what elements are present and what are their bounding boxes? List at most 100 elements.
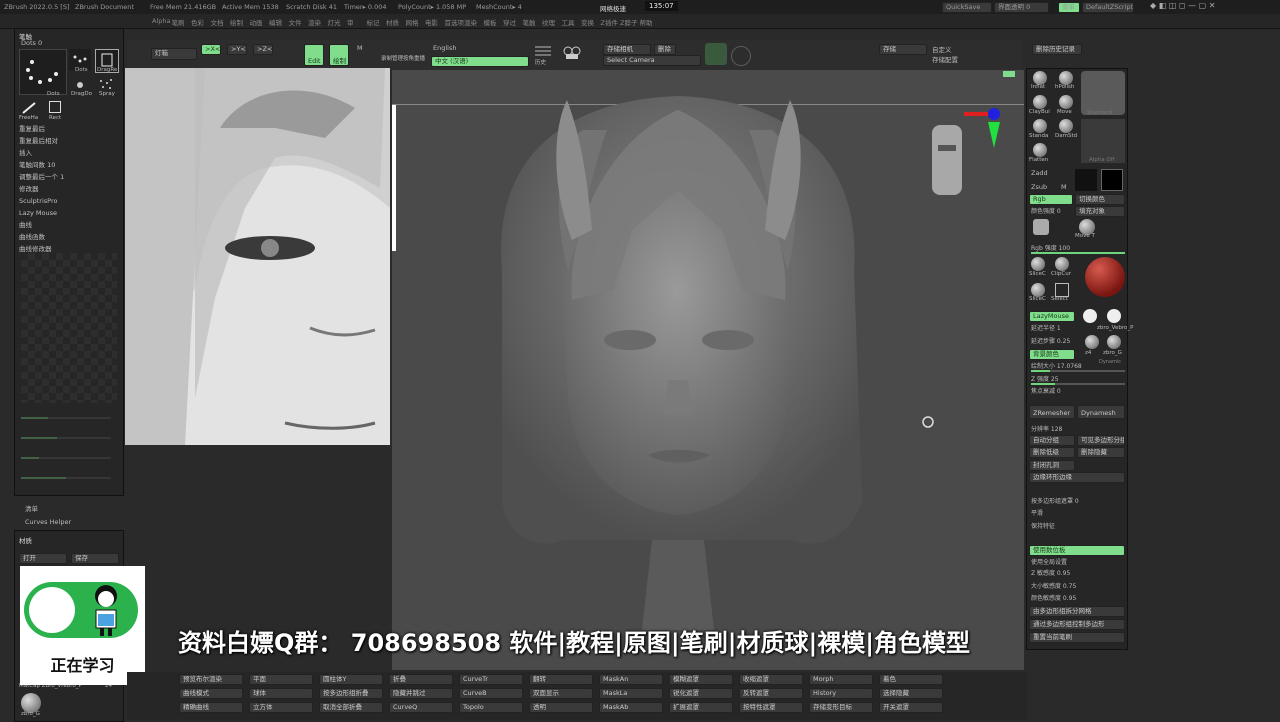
slicecurve-icon[interactable] xyxy=(1031,257,1045,271)
bottom-tool-button[interactable]: 取消全部折叠 xyxy=(319,702,383,713)
menu-item[interactable]: 灯光 xyxy=(328,17,341,27)
symmetry-x-button[interactable]: >X< xyxy=(201,44,221,55)
menu-item[interactable]: 色彩 xyxy=(191,17,204,27)
bottom-tool-button[interactable]: 隐藏并跳过 xyxy=(389,688,453,699)
size-sensitivity[interactable]: 大小敏感度 0.75 xyxy=(1031,581,1076,590)
bottom-tool-button[interactable]: 双面显示 xyxy=(529,688,593,699)
bottom-tool-button[interactable]: 折叠 xyxy=(389,674,453,685)
bottom-tool-button[interactable]: 曲线模式 xyxy=(179,688,243,699)
stroke-option-row[interactable]: 调整最后一个 1 xyxy=(19,173,119,182)
bottom-tool-button[interactable]: 圆柱体Y xyxy=(319,674,383,685)
smooth-label[interactable]: 平滑 xyxy=(1031,508,1043,517)
bottom-tool-button[interactable]: History xyxy=(809,688,873,699)
edit-button[interactable]: Edit xyxy=(304,44,324,66)
menu-item[interactable]: Z插件 xyxy=(601,17,618,27)
reset-brush-button[interactable]: 重置当前笔刷 xyxy=(1029,632,1125,643)
menu-item[interactable]: 渲染 xyxy=(308,17,321,27)
store-camera-button[interactable]: 存储相机 xyxy=(603,44,651,55)
bottom-tool-button[interactable]: 精确曲线 xyxy=(179,702,243,713)
focal-shift[interactable]: 焦点衰减 0 xyxy=(1031,386,1061,395)
visible-group-button[interactable]: 可见多边形分组 xyxy=(1077,435,1125,446)
menu-item[interactable]: Z脖子 xyxy=(620,17,637,27)
matcap-white2-icon[interactable] xyxy=(1107,309,1121,323)
z-sensitivity[interactable]: Z 敏感度 0.95 xyxy=(1031,568,1070,577)
symmetry-y-button[interactable]: >Y< xyxy=(227,44,247,55)
damstd-brush-icon[interactable] xyxy=(1059,119,1073,133)
ui-transparency-slider[interactable]: 界面透明 0 xyxy=(994,2,1049,13)
curves-helper[interactable]: Curves Helper xyxy=(25,518,71,526)
record-button[interactable]: 录制管理 xyxy=(381,54,403,62)
fill-object-button[interactable]: 填充对象 xyxy=(1075,206,1125,217)
menu-item[interactable]: 标记 xyxy=(367,17,380,27)
bottom-tool-button[interactable]: 着色 xyxy=(879,674,943,685)
claybuild-brush-icon[interactable] xyxy=(1033,95,1047,109)
bottom-tool-button[interactable]: 开关遮罩 xyxy=(879,702,943,713)
bottom-tool-button[interactable]: 反转遮罩 xyxy=(739,688,803,699)
history-icon[interactable] xyxy=(533,44,553,58)
material-save-button[interactable]: 保存 xyxy=(71,553,119,564)
menu-item[interactable]: 渲染 xyxy=(464,17,477,27)
stroke-option-row[interactable]: 修改器 xyxy=(19,185,119,194)
draw-size-slider[interactable] xyxy=(1031,370,1125,372)
delete-camera-button[interactable]: 删除 xyxy=(654,44,676,55)
menu-item[interactable]: 纹理 xyxy=(542,17,555,27)
rgb-button[interactable]: Rgb xyxy=(1029,194,1073,205)
z-intensity-slider[interactable] xyxy=(1031,383,1125,385)
lazy-radius[interactable]: 延迟半径 1 xyxy=(1031,323,1061,332)
material-open-button[interactable]: 打开 xyxy=(19,553,67,564)
bottom-tool-button[interactable]: 透明 xyxy=(529,702,593,713)
stroke-option-row[interactable]: 重复最后相对 xyxy=(19,137,119,146)
menu-item[interactable]: 绘制 xyxy=(230,17,243,27)
group-mask-button[interactable]: 通过多边形组控制多边形 xyxy=(1029,619,1125,630)
quicksave-button[interactable]: QuickSave xyxy=(942,2,992,13)
menu-item[interactable]: 文档 xyxy=(211,17,224,27)
select-rect-icon[interactable] xyxy=(1055,283,1069,297)
menu-button[interactable]: 菜单 xyxy=(1058,2,1080,13)
material-preview-sphere-icon[interactable] xyxy=(1085,257,1125,297)
menu-item[interactable]: 模板 xyxy=(484,17,497,27)
replay-button[interactable]: 按角重播 xyxy=(403,54,425,62)
chinese-option[interactable]: 中文 (汉语) xyxy=(431,56,529,67)
menu-item[interactable]: 编辑 xyxy=(269,17,282,27)
tablet-settings[interactable]: 使用全局设置 xyxy=(1031,557,1067,566)
camera-icon[interactable] xyxy=(563,46,581,60)
secondary-color-swatch[interactable] xyxy=(1075,169,1097,191)
use-tablet-button[interactable]: 使用数位板 xyxy=(1029,545,1125,556)
bottom-tool-button[interactable]: MaskAn xyxy=(599,674,663,685)
curve-editor-grid[interactable] xyxy=(21,253,117,403)
stroke-option-row[interactable]: 插入 xyxy=(19,149,119,158)
loop-edge-button[interactable]: 边缘环形边缘 xyxy=(1029,472,1125,483)
lazy-step[interactable]: 延迟步骤 0.25 xyxy=(1031,336,1070,345)
dynamesh-button[interactable]: Dynamesh xyxy=(1077,405,1125,419)
menu-item[interactable]: 电影 xyxy=(425,17,438,27)
menu-item[interactable]: 审 xyxy=(347,17,354,27)
draw-size[interactable]: 绘制大小 17.0768 xyxy=(1031,361,1082,370)
menu-item[interactable]: 材质 xyxy=(386,17,399,27)
rect-brush-icon[interactable] xyxy=(49,101,61,113)
stroke-option-row[interactable]: 曲线函数 xyxy=(19,233,119,242)
lazymouse-button[interactable]: LazyMouse xyxy=(1029,311,1075,322)
flatten-brush-icon[interactable] xyxy=(1033,143,1047,157)
bottom-tool-button[interactable]: 平面 xyxy=(249,674,313,685)
zremesher-button[interactable]: ZRemesher xyxy=(1029,405,1075,419)
menu-item[interactable]: 工具 xyxy=(562,17,575,27)
resolution[interactable]: 分辨率 128 xyxy=(1031,424,1062,433)
store-button[interactable]: 存储 xyxy=(879,44,927,55)
standard-brush-preview-icon[interactable] xyxy=(1081,71,1125,115)
zsub-button[interactable]: Zsub xyxy=(1031,183,1047,191)
rgb-strength-slider[interactable] xyxy=(1031,252,1125,254)
default-zscript[interactable]: DefaultZScript xyxy=(1082,2,1134,13)
bottom-tool-button[interactable]: 存储变形目标 xyxy=(809,702,873,713)
bottom-tool-button[interactable]: 扩展遮罩 xyxy=(669,702,733,713)
move-brush-icon[interactable] xyxy=(1059,95,1073,109)
poly-group-mask[interactable]: 按多边形组遮罩 0 xyxy=(1031,496,1079,505)
stroke-option-row[interactable]: 曲线 xyxy=(19,221,119,230)
zadd-button[interactable]: Zadd xyxy=(1031,169,1048,177)
menu-item[interactable]: 笔触 xyxy=(523,17,536,27)
close-holes-button[interactable]: 封闭孔洞 xyxy=(1029,460,1075,471)
bottom-tool-button[interactable]: MaskAb xyxy=(599,702,663,713)
transform-icon[interactable] xyxy=(1033,219,1049,235)
switch-color-button[interactable]: 切换颜色 xyxy=(1075,194,1125,205)
stroke-option-row[interactable]: 重复最后 xyxy=(19,125,119,134)
matcap-zbro-icon[interactable] xyxy=(1107,335,1121,349)
